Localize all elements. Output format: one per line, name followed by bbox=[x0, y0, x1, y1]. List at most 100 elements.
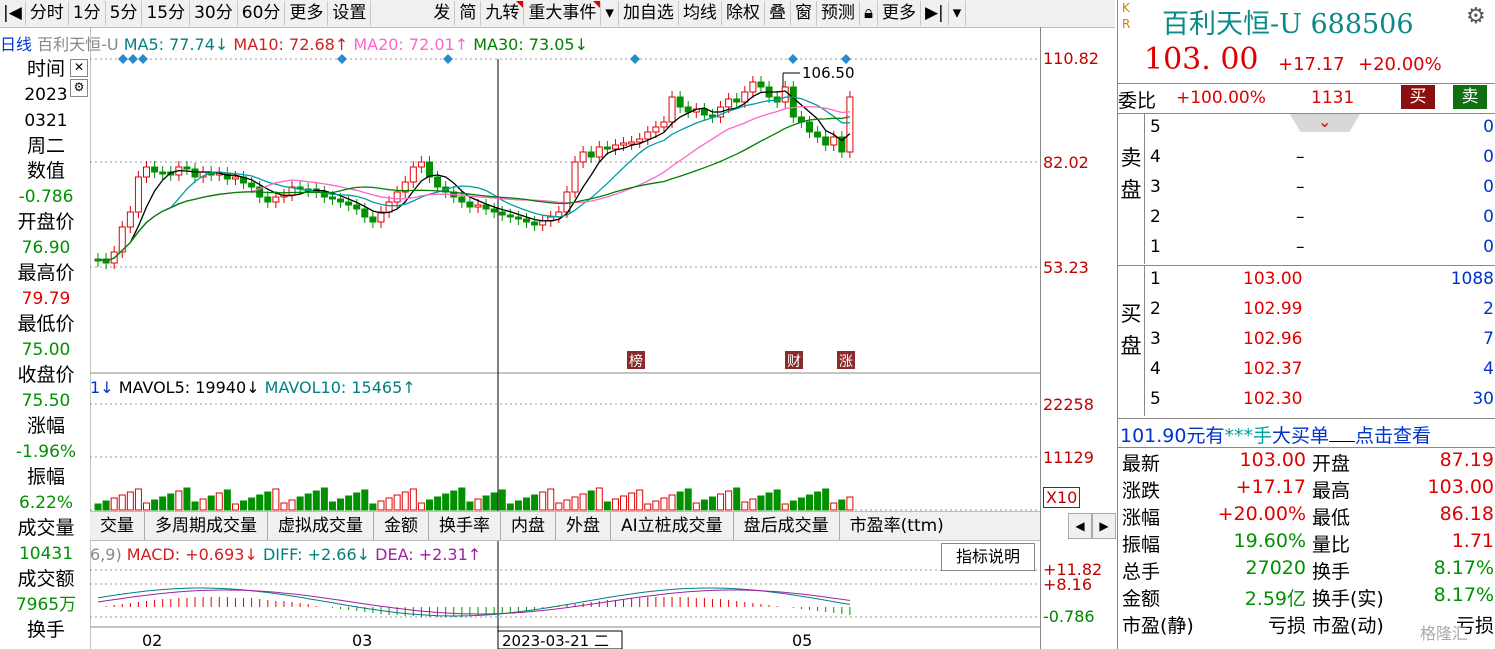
candle bbox=[191, 168, 199, 178]
volume-bar bbox=[846, 496, 854, 511]
toolbar-item[interactable]: 设置 bbox=[328, 1, 372, 26]
tab-after-hours-volume[interactable]: 盘后成交量 bbox=[734, 512, 840, 540]
stat-label: 换手 bbox=[1312, 561, 1351, 583]
volume-bar bbox=[199, 498, 207, 511]
candle bbox=[272, 196, 280, 203]
bid-row[interactable]: 3 102.96 7 bbox=[1118, 326, 1495, 356]
last-page-icon[interactable]: ▶| bbox=[921, 1, 949, 26]
volume-bar bbox=[708, 496, 716, 511]
quote-panel: KR 百利天恒-U 688506 ⚙ 103. 00 +17.17 +20.00… bbox=[1117, 0, 1495, 649]
volume-bar bbox=[628, 492, 636, 511]
indicator-help-button[interactable]: 指标说明 bbox=[941, 543, 1035, 571]
stat-label: 振幅 bbox=[1122, 534, 1161, 556]
big-buy-click[interactable]: 点击查看 bbox=[1355, 425, 1432, 448]
candle bbox=[652, 126, 660, 133]
volume-bar bbox=[409, 488, 417, 511]
stat-value: 19.60% bbox=[1233, 530, 1306, 552]
toolbar-item[interactable]: 均线 bbox=[679, 1, 722, 26]
candle bbox=[725, 98, 733, 108]
dropdown-icon[interactable]: ▾ bbox=[949, 1, 967, 26]
volume-bar bbox=[191, 501, 199, 511]
volume-bar bbox=[814, 491, 822, 511]
toolbar-item[interactable]: 叠 bbox=[765, 1, 791, 26]
xaxis-month-label: 03 bbox=[352, 631, 372, 649]
toolbar-item[interactable]: 5分 bbox=[106, 1, 143, 26]
toolbar-item[interactable]: 简 bbox=[455, 1, 482, 26]
tab-pe-ttm[interactable]: 市盈率(ttm) bbox=[840, 512, 954, 540]
bid-level: 4 bbox=[1150, 359, 1161, 379]
sell-button[interactable]: 卖 bbox=[1453, 85, 1487, 109]
ask-price: – bbox=[1296, 237, 1305, 257]
toolbar-item[interactable]: 窗 bbox=[791, 1, 817, 26]
buy-button[interactable]: 买 bbox=[1401, 85, 1435, 109]
info-value: 7965万 bbox=[15, 595, 77, 615]
toolbar-item[interactable]: 加自选 bbox=[619, 1, 679, 26]
stat-label: 涨幅 bbox=[1122, 507, 1161, 529]
toolbar-item[interactable]: 预测 bbox=[817, 1, 860, 26]
toolbar-item[interactable]: 更多 bbox=[285, 1, 329, 26]
first-page-icon[interactable]: |◀ bbox=[0, 1, 26, 26]
volume-bar bbox=[692, 502, 700, 511]
toolbar-item[interactable]: 除权 bbox=[722, 1, 765, 26]
stat-label: 金额 bbox=[1122, 588, 1161, 610]
toolbar-item[interactable]: 分时 bbox=[26, 1, 69, 26]
xaxis-month-label: 02 bbox=[142, 631, 162, 649]
tab-virtual-volume[interactable]: 虚拟成交量 bbox=[268, 512, 374, 540]
toolbar-item[interactable]: 60分 bbox=[238, 1, 286, 26]
ask-level: 1 bbox=[1150, 237, 1161, 257]
stat-label: 开盘 bbox=[1312, 453, 1351, 475]
toolbar-item[interactable]: 15分 bbox=[142, 1, 191, 26]
tab-ai-volume[interactable]: AI立桩成交量 bbox=[611, 512, 734, 540]
bid-level: 5 bbox=[1150, 389, 1161, 409]
toolbar-item[interactable]: 1分 bbox=[69, 1, 106, 26]
dropdown-icon[interactable]: ▾ bbox=[601, 1, 619, 26]
ask-level: 4 bbox=[1150, 147, 1161, 167]
ask-row[interactable]: 4 – 0 bbox=[1118, 144, 1495, 174]
volume-bar bbox=[345, 495, 353, 511]
volume-bar bbox=[215, 492, 223, 511]
ask-row[interactable]: 50 bbox=[1118, 114, 1495, 144]
bid-row[interactable]: 4 102.37 4 bbox=[1118, 356, 1495, 386]
settings-icon[interactable]: ⚙ bbox=[70, 79, 88, 97]
gear-icon[interactable]: ⚙ bbox=[1466, 4, 1486, 29]
lock-icon[interactable]: 🔒︎ bbox=[860, 1, 878, 26]
toolbar-item[interactable]: 30分 bbox=[190, 1, 238, 26]
candle bbox=[660, 121, 668, 128]
stat-label: 最低 bbox=[1312, 507, 1351, 529]
bid-row[interactable]: 5 102.30 30 bbox=[1118, 386, 1495, 416]
period-label: 日线 bbox=[0, 35, 33, 54]
toolbar-item[interactable]: 重大事件 bbox=[524, 1, 602, 26]
toolbar-item[interactable]: 更多 bbox=[878, 1, 921, 26]
volume-bar bbox=[361, 489, 369, 511]
tab-outer[interactable]: 外盘 bbox=[556, 512, 611, 540]
info-value: 周二 bbox=[26, 135, 65, 157]
toolbar-item[interactable]: 九转 bbox=[481, 1, 525, 26]
tab-inner[interactable]: 内盘 bbox=[501, 512, 556, 540]
candle bbox=[620, 142, 628, 146]
volume-bar bbox=[256, 494, 264, 511]
toolbar-item[interactable]: 发 bbox=[429, 1, 456, 26]
volume-bar bbox=[838, 499, 846, 511]
close-icon[interactable]: ✕ bbox=[70, 59, 88, 77]
bid-row[interactable]: 1 103.00 1088 bbox=[1118, 266, 1495, 296]
ask-row[interactable]: 1 – 0 bbox=[1118, 234, 1495, 264]
bid-volume: 7 bbox=[1483, 329, 1494, 349]
candle bbox=[668, 96, 676, 123]
ask-row[interactable]: 3 – 0 bbox=[1118, 174, 1495, 204]
kr-badge-k: K bbox=[1122, 1, 1130, 15]
price-axis: 110.82 82.02 53.23 22258 11129 X10 +11.8… bbox=[1040, 27, 1117, 649]
tab-turnover[interactable]: 换手率 bbox=[429, 512, 501, 540]
ask-price: – bbox=[1296, 177, 1305, 197]
tab-multi-period-volume[interactable]: 多周期成交量 bbox=[145, 512, 268, 540]
volume-bar bbox=[490, 492, 498, 511]
bid-row[interactable]: 2 102.99 2 bbox=[1118, 296, 1495, 326]
tab-amount[interactable]: 金额 bbox=[374, 512, 429, 540]
weibi-diff: 1131 bbox=[1311, 88, 1355, 108]
volume-unit-label: X10 bbox=[1043, 487, 1081, 508]
tab-volume[interactable]: 交量 bbox=[90, 512, 145, 540]
axis-label: 22258 bbox=[1043, 395, 1094, 414]
info-label: 成交额 bbox=[17, 568, 75, 590]
big-buy-bar[interactable]: 101.90元有***手大买单 点击查看 bbox=[1120, 421, 1432, 448]
volume-bar bbox=[134, 488, 142, 511]
ask-row[interactable]: 2 – 0 bbox=[1118, 204, 1495, 234]
